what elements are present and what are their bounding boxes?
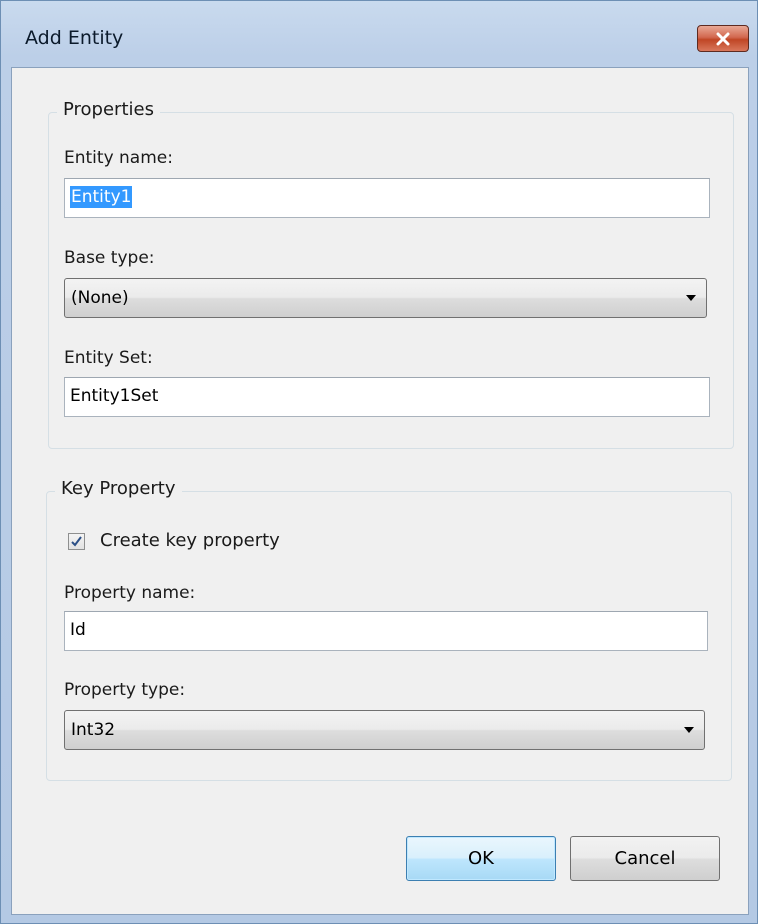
entity-set-field[interactable]: Entity1Set (64, 377, 710, 417)
create-key-checkbox[interactable] (68, 533, 85, 550)
dialog-title: Add Entity (25, 27, 124, 49)
entity-name-label: Entity name: (64, 148, 173, 168)
dialog-client-area: Properties Entity name: Entity1 Base typ… (11, 67, 749, 915)
property-name-value: Id (70, 620, 86, 640)
checkmark-icon (71, 536, 82, 547)
base-type-value: (None) (71, 288, 129, 308)
entity-set-label: Entity Set: (64, 348, 153, 368)
close-x-icon (716, 32, 730, 45)
add-entity-dialog: Add Entity Properties Entity name: Entit… (0, 0, 758, 924)
entity-set-value: Entity1Set (70, 386, 159, 406)
property-type-value: Int32 (71, 720, 116, 740)
close-button[interactable] (697, 25, 749, 52)
title-bar[interactable]: Add Entity (1, 1, 757, 67)
cancel-button[interactable]: Cancel (570, 836, 720, 881)
properties-legend: Properties (57, 99, 160, 120)
property-name-label: Property name: (64, 583, 196, 603)
property-type-label: Property type: (64, 680, 186, 700)
ok-button-label: OK (468, 848, 494, 869)
entity-name-field[interactable]: Entity1 (64, 178, 710, 218)
create-key-label[interactable]: Create key property (100, 530, 280, 551)
ok-button[interactable]: OK (406, 836, 556, 881)
key-property-legend: Key Property (55, 478, 182, 499)
property-name-field[interactable]: Id (64, 611, 708, 651)
entity-name-value: Entity1 (70, 186, 133, 208)
chevron-down-icon (684, 727, 694, 733)
property-type-select[interactable]: Int32 (64, 710, 705, 750)
chevron-down-icon (686, 295, 696, 301)
base-type-select[interactable]: (None) (64, 278, 707, 318)
cancel-button-label: Cancel (614, 848, 676, 869)
base-type-label: Base type: (64, 248, 155, 268)
